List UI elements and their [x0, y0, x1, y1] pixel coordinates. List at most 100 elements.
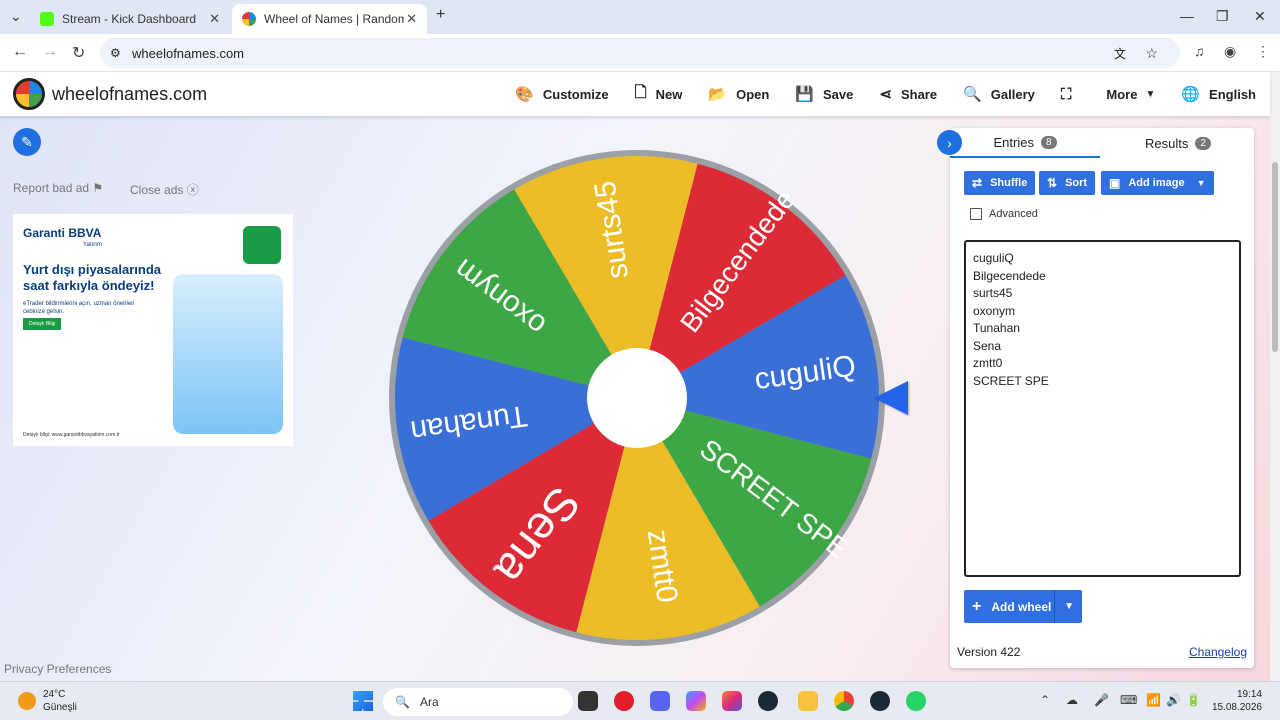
- add-wheel-button[interactable]: + Add wheel ▼: [964, 590, 1082, 623]
- restore-icon[interactable]: ❐: [1216, 8, 1229, 25]
- volume-icon[interactable]: 🔊: [1166, 693, 1181, 707]
- share-icon: ⋖: [879, 86, 892, 103]
- report-ad-link[interactable]: Report bad ad ⚑: [13, 181, 103, 195]
- wheel[interactable]: cuguliQ Bilgecendede surts45 oxonym Tunahan S…: [387, 148, 887, 648]
- entry-line: oxonym: [973, 303, 1016, 318]
- search-icon: 🔍: [395, 695, 410, 709]
- taskbar-search[interactable]: 🔍 Ara: [383, 688, 573, 716]
- discord-icon[interactable]: [650, 691, 670, 711]
- site-name[interactable]: wheelofnames.com: [52, 84, 207, 105]
- menu-label: Open: [736, 86, 770, 102]
- entry-line: zmtt0: [973, 356, 1003, 370]
- button-label: Sort: [1065, 177, 1088, 189]
- open-button[interactable]: 📂 Open: [708, 85, 769, 103]
- share-button[interactable]: ⋖ Share: [879, 85, 937, 103]
- add-image-button[interactable]: ▣ Add image ▼: [1101, 171, 1214, 195]
- save-button[interactable]: 💾 Save: [795, 85, 853, 103]
- ad-image: [173, 274, 283, 434]
- button-label: Add wheel: [991, 599, 1052, 614]
- steam-icon[interactable]: [870, 691, 890, 711]
- new-tab-button[interactable]: +: [436, 6, 445, 24]
- ad-subtext: eTrader bildirimlerini açın, uzman öneri…: [23, 301, 135, 315]
- menu-label: Share: [900, 86, 938, 102]
- back-icon[interactable]: ←: [12, 43, 28, 61]
- wheel-center[interactable]: [587, 348, 687, 448]
- cloud-icon[interactable]: ☁: [1066, 693, 1078, 707]
- forward-icon[interactable]: →: [42, 43, 58, 61]
- profile-icon[interactable]: ◉: [1224, 43, 1236, 60]
- tab-results[interactable]: Results 2: [1102, 128, 1254, 158]
- button-label: Shuffle: [990, 177, 1028, 189]
- menu-label: New: [655, 86, 683, 102]
- site-logo[interactable]: [13, 78, 45, 110]
- tab-title: Wheel of Names | Random nam: [264, 12, 404, 26]
- shuffle-button[interactable]: ⇄ Shuffle: [964, 171, 1036, 195]
- collapse-panel-button[interactable]: ›: [937, 130, 962, 155]
- close-ads-link[interactable]: Close ads ⓧ: [130, 181, 199, 198]
- system-clock[interactable]: 19:14 15.08.2026: [1212, 688, 1262, 714]
- menu-label: Save: [823, 86, 854, 102]
- changelog-link[interactable]: Changelog: [1189, 645, 1247, 659]
- wheel-svg[interactable]: cuguliQBilgecendedesurts45oxonymTunahanS…: [387, 148, 887, 648]
- tab-entries[interactable]: Entries 8: [950, 128, 1100, 158]
- caret-down-icon: ▼: [1145, 88, 1156, 100]
- report-ad-label: Report bad ad: [13, 181, 90, 195]
- language-button[interactable]: 🌐 English: [1181, 85, 1256, 103]
- opera-icon[interactable]: [614, 691, 634, 711]
- translate-icon[interactable]: 文: [1114, 45, 1126, 62]
- site-info-icon[interactable]: ⚙: [110, 46, 121, 60]
- edit-pencil-button[interactable]: ✎: [13, 128, 41, 156]
- close-tab-icon[interactable]: ✕: [406, 11, 417, 27]
- tab-list-icon[interactable]: ⌄: [10, 8, 22, 25]
- entry-line: surts45: [973, 286, 1013, 300]
- task-view-icon[interactable]: [578, 691, 598, 711]
- search-placeholder: Ara: [419, 695, 439, 709]
- battery-icon[interactable]: 🔋: [1186, 693, 1201, 707]
- more-button[interactable]: More ▼: [1106, 87, 1155, 102]
- media-icon[interactable]: ♫: [1194, 43, 1205, 59]
- file-explorer-icon[interactable]: [798, 691, 818, 711]
- ad-brand: Garanti BBVA: [23, 226, 102, 240]
- url-field[interactable]: ⚙ wheelofnames.com 文 ☆: [100, 38, 1180, 68]
- whatsapp-icon[interactable]: [906, 691, 926, 711]
- steam-icon[interactable]: [758, 691, 778, 711]
- instagram-icon[interactable]: [722, 691, 742, 711]
- advanced-checkbox[interactable]: Advanced: [970, 208, 1038, 220]
- folder-icon: 📂: [708, 86, 728, 103]
- fullscreen-button[interactable]: ⛶: [1061, 86, 1081, 103]
- sun-icon[interactable]: [18, 692, 36, 710]
- copilot-icon[interactable]: [686, 691, 706, 711]
- new-button[interactable]: 🗋 New: [635, 82, 683, 107]
- tab-wheel-of-names[interactable]: Wheel of Names | Random nam ✕: [232, 4, 427, 34]
- url-text: wheelofnames.com: [132, 45, 244, 61]
- chevron-up-icon[interactable]: ⌃: [1040, 693, 1050, 707]
- page-scrollbar[interactable]: [1270, 72, 1280, 681]
- bookmark-star-icon[interactable]: ☆: [1145, 45, 1158, 62]
- caret-down-icon[interactable]: ▼: [1064, 601, 1074, 612]
- clock-time: 19:14: [1236, 689, 1262, 700]
- ad-cta-button[interactable]: Detaylı Bilgi: [23, 318, 62, 330]
- minimize-icon[interactable]: —: [1180, 8, 1194, 24]
- weather-widget[interactable]: 24°C Güneşli: [43, 688, 77, 714]
- clock-date: 15.08.2026: [1211, 702, 1262, 713]
- chrome-icon[interactable]: [834, 691, 854, 711]
- keyboard-icon[interactable]: ⌨: [1120, 693, 1137, 707]
- microphone-icon[interactable]: 🎤: [1094, 693, 1109, 707]
- gallery-button[interactable]: 🔍 Gallery: [963, 85, 1035, 103]
- advertisement[interactable]: Garanti BBVA Yatırım Yurt dışı piyasalar…: [13, 214, 293, 446]
- sort-button[interactable]: ⇅ Sort: [1039, 171, 1096, 195]
- entries-textarea[interactable]: cuguliQ Bilgecendede surts45 oxonym Tuna…: [964, 240, 1241, 577]
- privacy-preferences-link[interactable]: Privacy Preferences: [4, 662, 111, 676]
- ad-footer: Detaylı bilgi: www.garantibbvayatirim.co…: [23, 432, 120, 438]
- close-window-icon[interactable]: ✕: [1254, 8, 1266, 25]
- scroll-thumb[interactable]: [1272, 162, 1278, 352]
- menu-label: More: [1106, 86, 1138, 102]
- wifi-icon[interactable]: 📶: [1146, 693, 1161, 707]
- tab-kick-dashboard[interactable]: Stream - Kick Dashboard ✕: [30, 4, 230, 34]
- checkbox-box[interactable]: [970, 208, 982, 220]
- browser-menu-icon[interactable]: ⋮: [1256, 43, 1270, 60]
- customize-button[interactable]: 🎨 Customize: [515, 85, 608, 103]
- windows-start-icon[interactable]: [353, 691, 373, 711]
- close-tab-icon[interactable]: ✕: [209, 11, 220, 27]
- reload-icon[interactable]: ↻: [72, 43, 85, 63]
